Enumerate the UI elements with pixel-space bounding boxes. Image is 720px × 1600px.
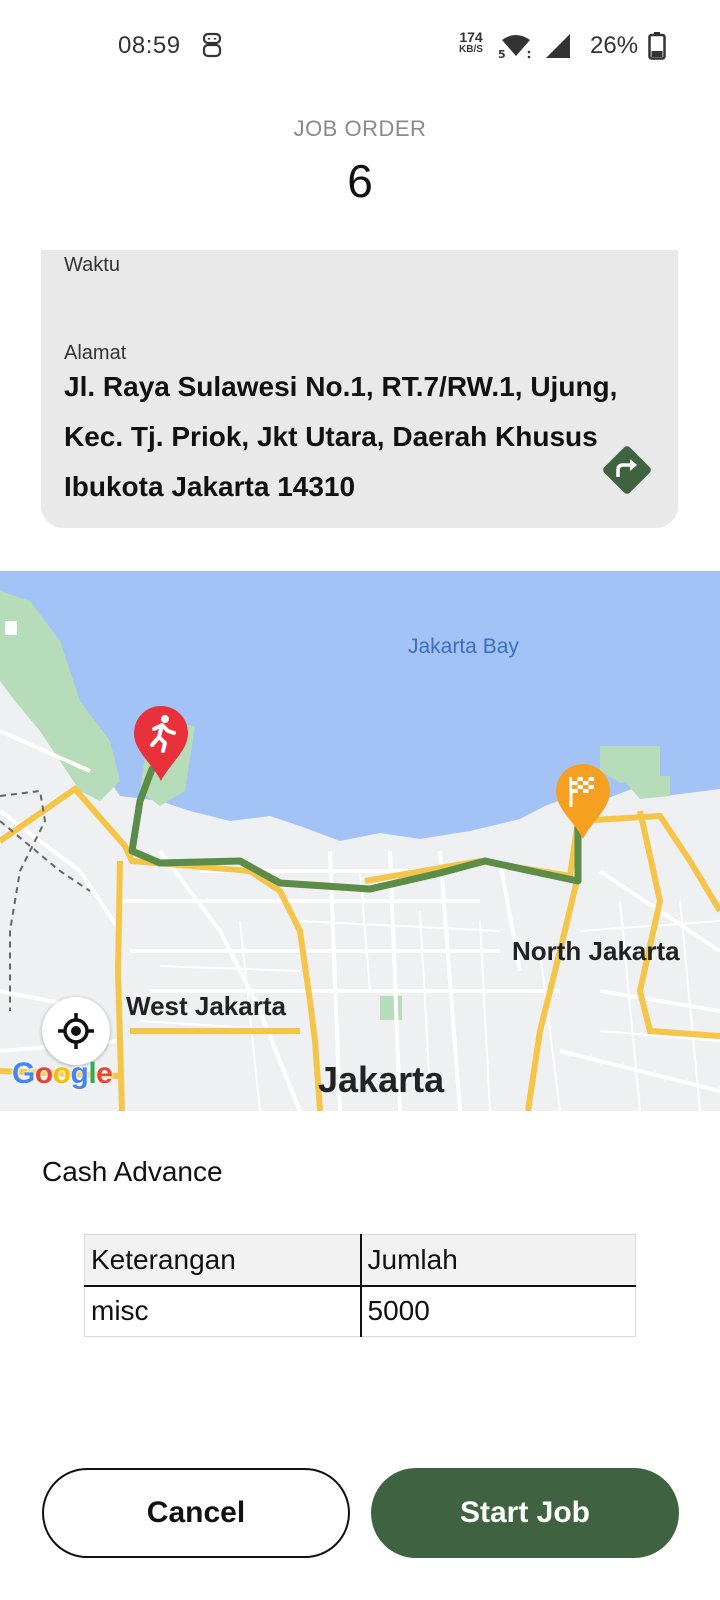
my-location-button[interactable] <box>42 997 110 1065</box>
google-logo: Google <box>12 1057 113 1090</box>
finish-flag-pin-icon[interactable] <box>554 763 612 841</box>
cancel-button[interactable]: Cancel <box>42 1468 350 1558</box>
start-job-button[interactable]: Start Job <box>371 1468 679 1558</box>
job-order-label: JOB ORDER <box>293 116 427 141</box>
job-info-card: Waktu Alamat Jl. Raya Sulawesi No.1, RT.… <box>41 250 678 528</box>
svg-text:5: 5 <box>498 48 506 60</box>
column-header-jumlah: Jumlah <box>360 1234 636 1287</box>
map-label-north-jakarta: North Jakarta <box>512 936 680 966</box>
cash-advance-title: Cash Advance <box>42 1156 223 1187</box>
status-bar: 08:59 174 KB/S 5 26% <box>0 0 720 92</box>
robot-notification-icon <box>202 32 222 58</box>
map-label-jakarta: Jakarta <box>318 1059 445 1100</box>
battery-icon <box>648 32 666 60</box>
cell-jumlah: 5000 <box>367 1295 430 1327</box>
job-order-number: 6 <box>347 155 373 207</box>
battery-percent: 26% <box>590 32 639 59</box>
network-speed-unit: KB/S <box>459 44 483 55</box>
crosshair-icon <box>58 1013 94 1049</box>
wifi-icon: 5 <box>498 35 531 60</box>
map-label-west-jakarta: West Jakarta <box>126 991 286 1021</box>
table-row: misc 5000 <box>84 1285 636 1337</box>
column-header-keterangan: Keterangan <box>84 1234 362 1287</box>
waktu-label: Waktu <box>64 254 120 276</box>
cell-keterangan: misc <box>84 1285 362 1337</box>
cash-advance-table: Keterangan Jumlah misc 5000 <box>84 1234 636 1337</box>
start-location-pin-icon[interactable] <box>132 705 190 783</box>
cell-signal-icon <box>546 34 570 58</box>
network-speed: 174 KB/S <box>455 30 487 56</box>
map-label-jakarta-bay: Jakarta Bay <box>408 635 519 658</box>
alamat-value: Jl. Raya Sulawesi No.1, RT.7/RW.1, Ujung… <box>64 371 618 502</box>
network-speed-value: 174 <box>459 29 483 45</box>
table-header-row: Keterangan Jumlah <box>84 1234 636 1287</box>
directions-icon[interactable] <box>599 442 655 498</box>
route-map[interactable]: Jakarta Bay North Jakarta West Jakarta J… <box>0 571 720 1111</box>
status-time: 08:59 <box>118 32 181 59</box>
